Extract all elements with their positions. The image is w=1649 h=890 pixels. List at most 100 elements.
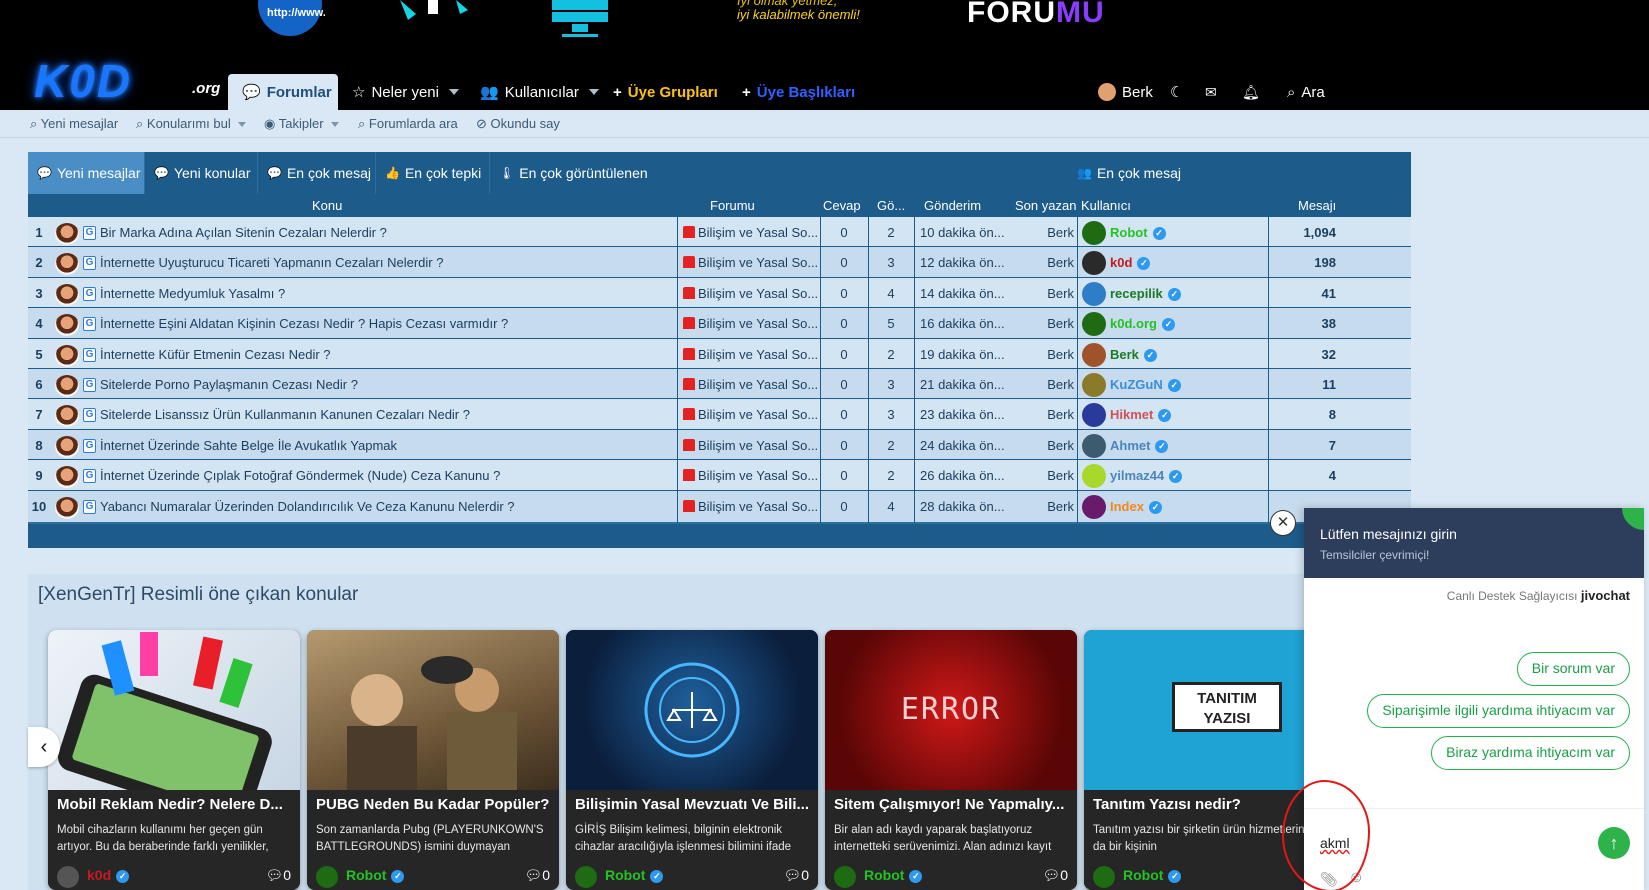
forum-name[interactable]: Bilişim ve Yasal So... bbox=[683, 339, 818, 371]
last-poster[interactable]: Berk bbox=[1014, 399, 1074, 431]
featured-card[interactable]: Bilişimin Yasal Mevzuatı Ve Bili... GİRİ… bbox=[566, 630, 818, 890]
tab-en-cok-tepki[interactable]: 👍 En çok tepki bbox=[376, 152, 490, 194]
avatar[interactable] bbox=[1082, 251, 1106, 276]
send-button[interactable]: ↑ bbox=[1598, 827, 1630, 859]
chat-powered-by[interactable]: Canlı Destek Sağlayıcısı jivochat bbox=[1447, 588, 1630, 603]
last-poster[interactable]: Berk bbox=[1014, 491, 1074, 523]
table-row[interactable]: 2 G İnternette Uyuşturucu Ticareti Yapmanı… bbox=[28, 246, 1411, 280]
table-row[interactable]: 7 G Sitelerde Lisanssız Ürün Kullanmanın K… bbox=[28, 398, 1411, 432]
envelope-icon[interactable]: ✉ bbox=[1205, 74, 1217, 110]
card-author[interactable]: Robot ✓ bbox=[605, 867, 664, 883]
last-poster[interactable]: Berk bbox=[1014, 217, 1074, 249]
tab-en-cok-mesaj[interactable]: 💬 En çok mesaj bbox=[258, 152, 376, 194]
forum-name[interactable]: Bilişim ve Yasal So... bbox=[683, 491, 818, 523]
topic-title[interactable]: İnternette Küfür Etmenin Cezası Nedir ? bbox=[100, 339, 700, 371]
topic-title[interactable]: Sitelerde Porno Paylaşmanın Cezası Nedir… bbox=[100, 369, 700, 401]
col-mesaji[interactable]: Mesajı bbox=[1298, 198, 1336, 213]
card-title[interactable]: Bilişimin Yasal Mevzuatı Ve Bili... bbox=[575, 796, 809, 813]
user-name[interactable]: recepilik ✓ bbox=[1110, 278, 1181, 309]
nav-uye-basliklari[interactable]: + Üye Başlıkları bbox=[742, 74, 855, 110]
forum-name[interactable]: Bilişim ve Yasal So... bbox=[683, 369, 818, 401]
search-button[interactable]: ⌕ Ara bbox=[1287, 74, 1325, 110]
moon-icon[interactable]: ☾ bbox=[1170, 74, 1183, 110]
card-author[interactable]: Robot ✓ bbox=[346, 867, 405, 883]
topic-title[interactable]: Yabancı Numaralar Üzerinden Dolandırıcıl… bbox=[100, 491, 700, 523]
table-row[interactable]: 10 G Yabancı Numaralar Üzerinden Dolandırı… bbox=[28, 489, 1411, 523]
avatar[interactable] bbox=[55, 314, 79, 337]
user-name[interactable]: k0d.org ✓ bbox=[1110, 308, 1175, 339]
card-author[interactable]: Robot ✓ bbox=[864, 867, 923, 883]
topic-title[interactable]: İnternette Uyuşturucu Ticareti Yapmanın … bbox=[100, 247, 700, 279]
featured-card[interactable]: ERROR Sitem Çalışmıyor! Ne Yapmalıy... B… bbox=[825, 630, 1077, 890]
forum-name[interactable]: Bilişim ve Yasal So... bbox=[683, 278, 818, 310]
tab-yeni-mesajlar[interactable]: 💬 Yeni mesajlar bbox=[28, 152, 145, 194]
col-gonderim[interactable]: Gönderim bbox=[924, 198, 981, 213]
table-row[interactable]: 8 G İnternet Üzerinde Sahte Belge İle Avuk… bbox=[28, 428, 1411, 462]
tab-yeni-konular[interactable]: 💬 Yeni konular bbox=[145, 152, 258, 194]
table-row[interactable]: 4 G İnternette Eşini Aldatan Kişinin Cezas… bbox=[28, 307, 1411, 341]
user-name[interactable]: Berk ✓ bbox=[1110, 339, 1157, 370]
last-poster[interactable]: Berk bbox=[1014, 460, 1074, 492]
col-goruntuleme[interactable]: Gö... bbox=[877, 198, 905, 213]
avatar[interactable] bbox=[1082, 373, 1106, 397]
avatar[interactable] bbox=[1082, 494, 1106, 519]
bell-icon[interactable]: 🔔︎ bbox=[1242, 74, 1260, 110]
col-konu[interactable]: Konu bbox=[312, 198, 342, 213]
nav-kullanicilar[interactable]: 👥 Kullanıcılar bbox=[480, 74, 599, 110]
last-poster[interactable]: Berk bbox=[1014, 339, 1074, 371]
forum-name[interactable]: Bilişim ve Yasal So... bbox=[683, 308, 818, 340]
forum-name[interactable]: Bilişim ve Yasal So... bbox=[683, 247, 818, 279]
topic-title[interactable]: İnternette Medyumluk Yasalmı ? bbox=[100, 278, 700, 310]
subnav-takipler[interactable]: ◉ Takipler bbox=[264, 116, 339, 132]
avatar[interactable] bbox=[55, 405, 79, 428]
topic-title[interactable]: Sitelerde Lisanssız Ürün Kullanmanın Kan… bbox=[100, 399, 700, 431]
nav-neler-yeni[interactable]: ☆ Neler yeni bbox=[352, 74, 459, 110]
avatar[interactable] bbox=[55, 375, 79, 397]
card-title[interactable]: Mobil Reklam Nedir? Nelere D... bbox=[57, 796, 291, 813]
avatar[interactable] bbox=[1082, 312, 1106, 337]
user-name[interactable]: yilmaz44 ✓ bbox=[1110, 460, 1183, 491]
avatar[interactable] bbox=[1082, 342, 1106, 367]
nav-forumlar[interactable]: 💬 Forumlar bbox=[228, 74, 338, 110]
quick-reply-help[interactable]: Biraz yardıma ihtiyacım var bbox=[1431, 736, 1630, 770]
user-name[interactable]: KuZGuN ✓ bbox=[1110, 369, 1181, 400]
avatar[interactable] bbox=[1082, 403, 1106, 428]
last-poster[interactable]: Berk bbox=[1014, 278, 1074, 310]
user-name[interactable]: k0d ✓ bbox=[1110, 247, 1151, 278]
avatar[interactable] bbox=[55, 253, 79, 276]
avatar[interactable] bbox=[55, 496, 79, 519]
last-poster[interactable]: Berk bbox=[1014, 369, 1074, 401]
quick-reply-question[interactable]: Bir sorum var bbox=[1516, 652, 1630, 686]
last-poster[interactable]: Berk bbox=[1014, 247, 1074, 279]
subnav-okundu-say[interactable]: ⊘ Okundu say bbox=[476, 116, 560, 132]
forum-name[interactable]: Bilişim ve Yasal So... bbox=[683, 399, 818, 431]
tab-en-cok-goruntulenen[interactable]: 🌡 En çok görüntülenen bbox=[490, 152, 656, 194]
avatar[interactable] bbox=[55, 344, 79, 367]
featured-card[interactable]: Mobil Reklam Nedir? Nelere D... Mobil ci… bbox=[48, 630, 300, 890]
quick-reply-order[interactable]: Siparişimle ilgili yardıma ihtiyacım var bbox=[1367, 694, 1630, 728]
table-row[interactable]: 1 G Bir Marka Adına Açılan Sitenin Cezalar… bbox=[28, 216, 1411, 249]
avatar[interactable] bbox=[1082, 433, 1106, 458]
avatar[interactable] bbox=[1082, 464, 1106, 489]
user-name[interactable]: Robot ✓ bbox=[1110, 217, 1166, 248]
subnav-forumlarda-ara[interactable]: ⌕ Forumlarda ara bbox=[358, 116, 458, 132]
subnav-konularimi-bul[interactable]: ⌕ Konularımı bul bbox=[136, 116, 246, 132]
subnav-yeni-mesajlar[interactable]: ⌕ Yeni mesajlar bbox=[30, 116, 118, 132]
last-poster[interactable]: Berk bbox=[1014, 308, 1074, 340]
col-forumu[interactable]: Forumu bbox=[710, 198, 755, 213]
avatar[interactable] bbox=[55, 283, 79, 306]
topic-title[interactable]: İnternet Üzerinde Sahte Belge İle Avukat… bbox=[100, 430, 700, 462]
table-row[interactable]: 5 G İnternette Küfür Etmenin Cezası Nedir … bbox=[28, 337, 1411, 371]
col-cevap[interactable]: Cevap bbox=[823, 198, 861, 213]
topic-title[interactable]: İnternet Üzerinde Çıplak Fotoğraf Gönder… bbox=[100, 460, 700, 492]
topic-title[interactable]: Bir Marka Adına Açılan Sitenin Cezaları … bbox=[100, 217, 700, 249]
card-title[interactable]: PUBG Neden Bu Kadar Popüler? bbox=[316, 796, 550, 813]
tab-users-en-cok-mesaj[interactable]: 👥 En çok mesaj bbox=[1068, 152, 1190, 194]
chat-close-button[interactable]: ✕ bbox=[1270, 510, 1296, 536]
site-logo[interactable]: K0D .org bbox=[34, 54, 224, 110]
featured-card[interactable]: PUBG Neden Bu Kadar Popüler? Son zamanla… bbox=[307, 630, 559, 890]
user-name[interactable]: Ahmet ✓ bbox=[1110, 430, 1169, 461]
avatar[interactable] bbox=[55, 223, 79, 245]
avatar[interactable] bbox=[1082, 281, 1106, 306]
forum-name[interactable]: Bilişim ve Yasal So... bbox=[683, 217, 818, 249]
